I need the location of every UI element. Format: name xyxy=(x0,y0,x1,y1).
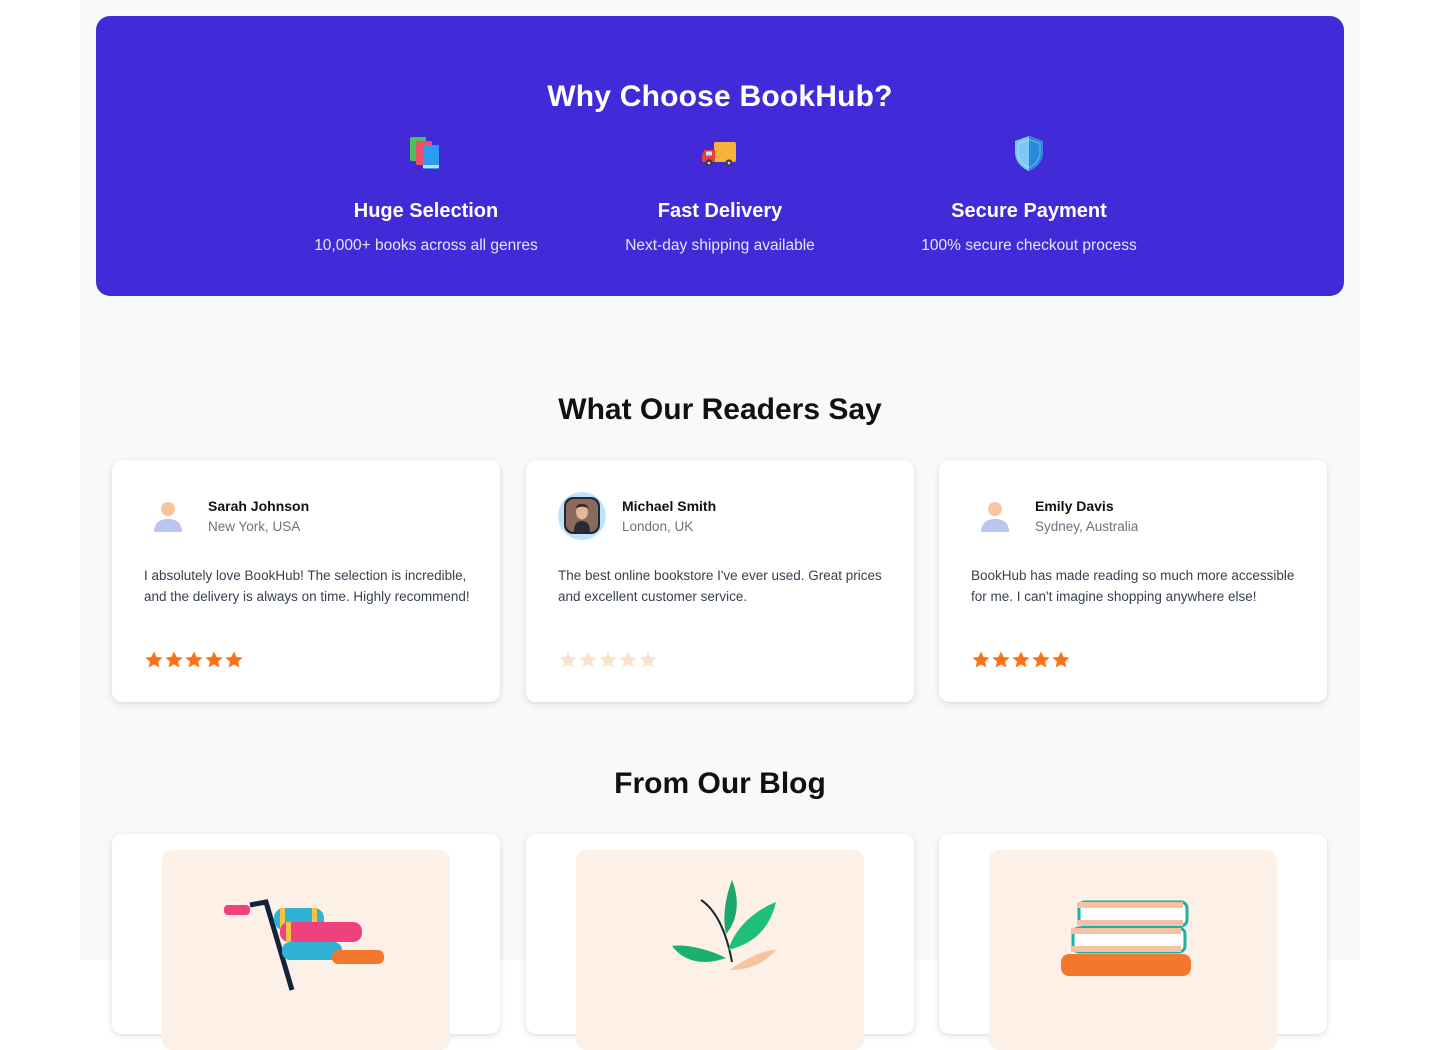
star-icon xyxy=(639,651,657,668)
blog-card[interactable] xyxy=(112,834,500,1050)
star-icon xyxy=(1052,651,1070,668)
review-text: The best online bookstore I've ever used… xyxy=(558,568,882,604)
blog-thumbnail xyxy=(989,850,1277,1050)
why-choose-banner: Why Choose BookHub? Huge Selection 10,00… xyxy=(96,16,1344,296)
avatar xyxy=(144,492,192,540)
star-icon xyxy=(1032,651,1050,668)
feature-title: Secure Payment xyxy=(951,200,1107,222)
blog-card[interactable] xyxy=(526,834,914,1050)
star-icon xyxy=(205,651,223,668)
testimonials-title: What Our Readers Say xyxy=(558,393,882,426)
star-rating xyxy=(144,650,244,672)
plant-illustration xyxy=(672,880,776,970)
star-icon xyxy=(145,651,163,668)
reviewer-name: Sarah Johnson xyxy=(208,498,310,514)
books-icon xyxy=(406,134,446,174)
star-icon xyxy=(225,651,243,668)
blog-title: From Our Blog xyxy=(614,767,826,800)
star-icon xyxy=(599,651,617,668)
reviewer-name: Emily Davis xyxy=(1035,498,1114,514)
star-icon xyxy=(165,651,183,668)
star-rating xyxy=(558,650,658,672)
feature-title: Huge Selection xyxy=(353,200,499,222)
star-icon xyxy=(185,651,203,668)
page-content: Why Choose BookHub? Huge Selection 10,00… xyxy=(80,0,1360,1050)
blog-card[interactable] xyxy=(939,834,1327,1050)
feature-description: 100% secure checkout process xyxy=(921,237,1137,254)
delivery-truck-icon xyxy=(700,134,740,174)
star-icon xyxy=(972,651,990,668)
feature-fast-delivery: Fast Delivery Next-day shipping availabl… xyxy=(570,134,870,255)
feature-title: Fast Delivery xyxy=(657,200,783,222)
feature-description: Next-day shipping available xyxy=(625,237,815,254)
blog-thumbnail xyxy=(162,850,450,1050)
avatar xyxy=(971,492,1019,540)
feature-secure-payment: Secure Payment 100% secure checkout proc… xyxy=(879,134,1179,255)
reviewer-location: London, UK xyxy=(622,519,694,534)
testimonial-card: Sarah Johnson New York, USA I absolutely… xyxy=(112,460,500,702)
reviewer-location: New York, USA xyxy=(208,519,301,534)
feature-description: 10,000+ books across all genres xyxy=(314,237,538,254)
star-icon xyxy=(992,651,1010,668)
star-icon xyxy=(559,651,577,668)
shield-icon xyxy=(1009,134,1049,174)
star-icon xyxy=(1012,651,1030,668)
star-rating xyxy=(971,650,1071,672)
review-text: I absolutely love BookHub! The selection… xyxy=(144,568,470,604)
testimonial-card: Emily Davis Sydney, Australia BookHub ha… xyxy=(939,460,1327,702)
book-stack-illustration xyxy=(1061,900,1191,976)
star-icon xyxy=(619,651,637,668)
avatar-photo xyxy=(558,492,606,540)
why-choose-title: Why Choose BookHub? xyxy=(547,80,893,113)
blog-thumbnail xyxy=(576,850,864,1050)
reviewer-name: Michael Smith xyxy=(622,498,717,514)
review-text: BookHub has made reading so much more ac… xyxy=(971,568,1295,604)
testimonial-card: Michael Smith London, UK The best online… xyxy=(526,460,914,702)
book-cart-illustration xyxy=(224,899,384,991)
feature-huge-selection: Huge Selection 10,000+ books across all … xyxy=(276,134,576,255)
reviewer-location: Sydney, Australia xyxy=(1035,519,1139,534)
star-icon xyxy=(579,651,597,668)
